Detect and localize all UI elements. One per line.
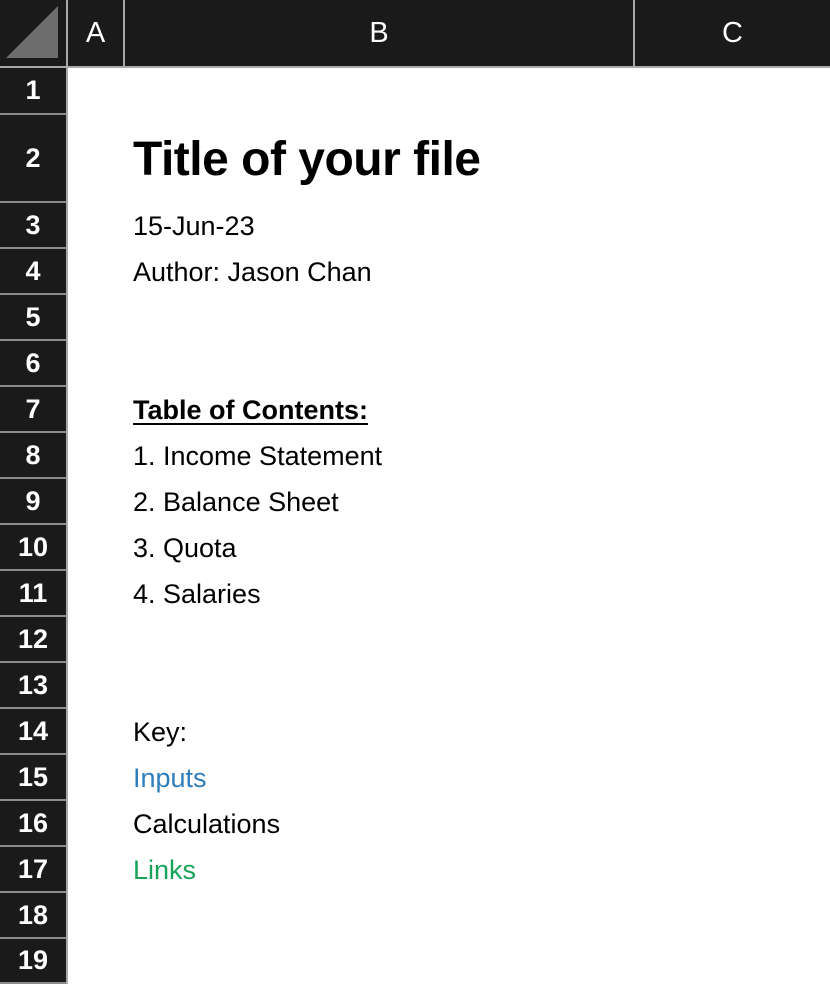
row-header-14[interactable]: 14 — [0, 709, 66, 755]
row-header-6[interactable]: 6 — [0, 341, 66, 387]
row-header-column: 1 2 3 4 5 6 7 8 9 10 11 12 13 14 15 16 1… — [0, 68, 68, 984]
column-header-a[interactable]: A — [68, 0, 125, 66]
row-header-10[interactable]: 10 — [0, 525, 66, 571]
row-header-9[interactable]: 9 — [0, 479, 66, 525]
row-header-12[interactable]: 12 — [0, 617, 66, 663]
cell-b14-key-heading[interactable]: Key: — [133, 709, 187, 755]
row-header-18[interactable]: 18 — [0, 893, 66, 939]
cell-b7-toc-heading[interactable]: Table of Contents: — [133, 387, 368, 433]
cell-b15-key-inputs[interactable]: Inputs — [133, 755, 207, 801]
row-header-4[interactable]: 4 — [0, 249, 66, 295]
row-header-13[interactable]: 13 — [0, 663, 66, 709]
cell-b16-key-calculations[interactable]: Calculations — [133, 801, 280, 847]
cell-area: Title of your file 15-Jun-23 Author: Jas… — [70, 70, 830, 984]
column-header-b[interactable]: B — [125, 0, 635, 66]
row-header-19[interactable]: 19 — [0, 939, 66, 984]
cell-b11-toc-item-4[interactable]: 4. Salaries — [133, 571, 261, 617]
select-all-triangle-icon — [6, 6, 58, 58]
row-header-8[interactable]: 8 — [0, 433, 66, 479]
row-header-11[interactable]: 11 — [0, 571, 66, 617]
cell-b17-key-links[interactable]: Links — [133, 847, 196, 893]
column-header-c[interactable]: C — [635, 0, 830, 66]
cell-b10-toc-item-3[interactable]: 3. Quota — [133, 525, 237, 571]
row-header-17[interactable]: 17 — [0, 847, 66, 893]
row-header-5[interactable]: 5 — [0, 295, 66, 341]
row-header-16[interactable]: 16 — [0, 801, 66, 847]
cell-b4-author[interactable]: Author: Jason Chan — [133, 249, 372, 295]
spreadsheet-grid: A B C 1 2 3 4 5 6 7 8 9 10 11 12 13 14 1… — [0, 0, 830, 984]
cell-b8-toc-item-1[interactable]: 1. Income Statement — [133, 433, 382, 479]
cell-b3-date[interactable]: 15-Jun-23 — [133, 203, 255, 249]
cell-b2-title[interactable]: Title of your file — [133, 115, 481, 203]
row-header-3[interactable]: 3 — [0, 203, 66, 249]
column-header-row: A B C — [68, 0, 830, 68]
cell-b9-toc-item-2[interactable]: 2. Balance Sheet — [133, 479, 339, 525]
row-header-15[interactable]: 15 — [0, 755, 66, 801]
row-header-2[interactable]: 2 — [0, 115, 66, 203]
select-all-button[interactable] — [0, 0, 68, 68]
row-header-1[interactable]: 1 — [0, 68, 66, 115]
row-header-7[interactable]: 7 — [0, 387, 66, 433]
